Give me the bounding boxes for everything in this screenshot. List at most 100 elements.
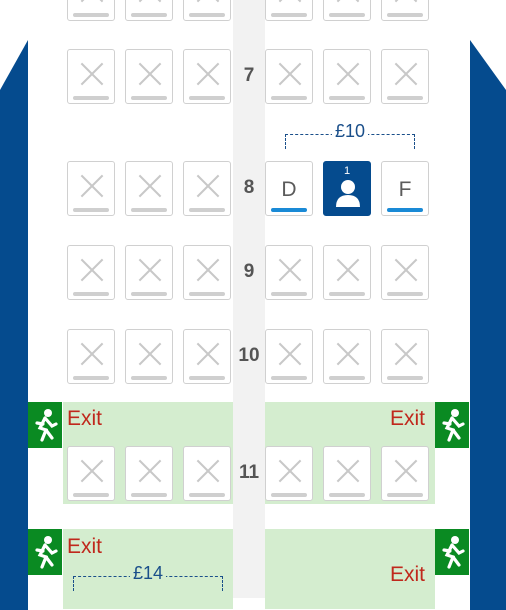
seat-bar	[73, 96, 109, 100]
seat-bar	[131, 292, 167, 296]
emergency-exit-icon	[28, 529, 62, 575]
emergency-exit-icon	[435, 529, 469, 575]
x-icon	[336, 0, 360, 3]
seat-bar	[131, 376, 167, 380]
seat-blocked	[125, 0, 173, 21]
seat-bar	[329, 96, 365, 100]
seat-bar	[131, 208, 167, 212]
x-icon	[196, 0, 220, 3]
x-icon	[336, 459, 360, 483]
seat-blocked	[381, 329, 429, 384]
seat-bar	[387, 292, 423, 296]
seat-blocked	[265, 329, 313, 384]
seat-bar	[131, 96, 167, 100]
x-icon	[278, 62, 302, 86]
seat-blocked	[183, 161, 231, 216]
x-icon	[138, 174, 162, 198]
seat-bar	[189, 292, 225, 296]
x-icon	[394, 342, 418, 366]
seat-blocked	[381, 245, 429, 300]
seat-letter: F	[398, 178, 412, 201]
seat-blocked	[183, 245, 231, 300]
price-bracket-row8: £10	[285, 121, 415, 149]
seat-blocked	[125, 329, 173, 384]
exit-label: Exit	[67, 535, 103, 558]
seat-bar	[131, 13, 167, 17]
seat-bar	[387, 493, 423, 497]
x-icon	[336, 258, 360, 282]
x-icon	[80, 62, 104, 86]
seat-blocked	[183, 446, 231, 501]
x-icon	[394, 459, 418, 483]
seat-blocked	[265, 49, 313, 104]
seat-blocked	[67, 49, 115, 104]
x-icon	[80, 258, 104, 282]
x-icon	[196, 258, 220, 282]
emergency-exit-icon	[28, 402, 62, 448]
price-label: £14	[129, 563, 167, 584]
seat-blocked	[183, 329, 231, 384]
x-icon	[196, 174, 220, 198]
x-icon	[80, 174, 104, 198]
x-icon	[394, 0, 418, 3]
seat-blocked	[323, 49, 371, 104]
seat-bar	[329, 292, 365, 296]
seat-blocked	[381, 446, 429, 501]
x-icon	[278, 459, 302, 483]
seat-blocked	[183, 0, 231, 21]
exit-label: Exit	[390, 563, 426, 586]
seat-bar	[387, 208, 423, 212]
person-icon	[336, 180, 360, 207]
seat-bar	[73, 376, 109, 380]
row-number: 10	[238, 345, 260, 366]
x-icon	[80, 342, 104, 366]
x-icon	[394, 258, 418, 282]
seat-bar	[271, 13, 307, 17]
x-icon	[138, 258, 162, 282]
row-number: 6	[233, 0, 265, 4]
seat-blocked	[125, 245, 173, 300]
seat-blocked	[183, 49, 231, 104]
exit-label: Exit	[67, 407, 103, 430]
row-number: 7	[243, 65, 255, 86]
seat-blocked	[265, 245, 313, 300]
seat-bar	[189, 208, 225, 212]
seat-bar	[387, 96, 423, 100]
seat-blocked	[265, 0, 313, 21]
row-number: 8	[243, 177, 255, 198]
seat-bar	[73, 13, 109, 17]
row-number: 11	[238, 462, 260, 483]
seat-bar	[73, 292, 109, 296]
x-icon	[138, 459, 162, 483]
seat-blocked	[67, 161, 115, 216]
x-icon	[278, 342, 302, 366]
seat-8E-selected[interactable]: 1	[323, 161, 371, 216]
seat-bar	[73, 493, 109, 497]
seat-blocked	[323, 329, 371, 384]
exit-label: Exit	[390, 407, 426, 430]
price-bracket-row12: £14	[73, 563, 223, 591]
emergency-exit-icon	[435, 402, 469, 448]
seat-blocked	[67, 0, 115, 21]
seat-bar	[271, 493, 307, 497]
seat-bar	[329, 13, 365, 17]
seat-blocked	[265, 446, 313, 501]
seat-8D[interactable]: D	[265, 161, 313, 216]
seat-bar	[131, 493, 167, 497]
seat-blocked	[323, 0, 371, 21]
seat-8F[interactable]: F	[381, 161, 429, 216]
seat-blocked	[323, 245, 371, 300]
x-icon	[196, 459, 220, 483]
seat-bar	[387, 13, 423, 17]
seat-blocked	[323, 446, 371, 501]
seat-bar	[189, 376, 225, 380]
seat-blocked	[125, 161, 173, 216]
seat-bar	[271, 376, 307, 380]
x-icon	[336, 62, 360, 86]
row-number: 9	[243, 261, 255, 282]
seat-blocked	[381, 0, 429, 21]
seat-bar	[189, 493, 225, 497]
price-label: £10	[331, 121, 369, 142]
x-icon	[278, 258, 302, 282]
x-icon	[196, 62, 220, 86]
